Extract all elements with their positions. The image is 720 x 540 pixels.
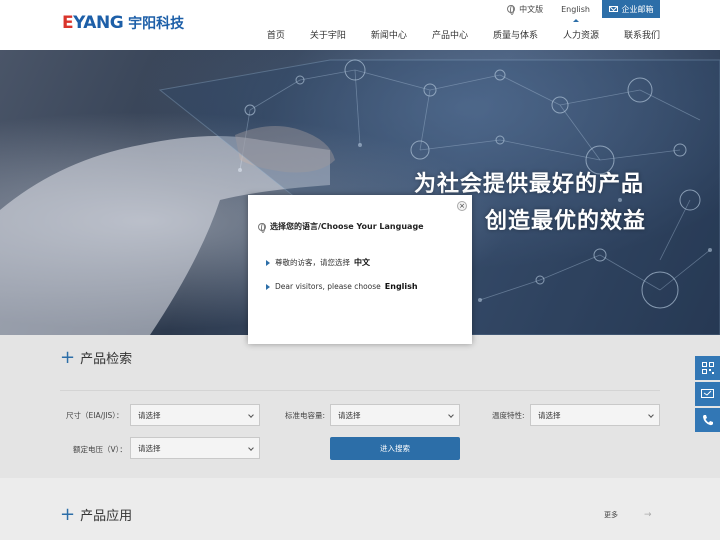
enterprise-mail-button[interactable]: 企业邮箱: [602, 0, 660, 18]
nav-products[interactable]: 产品中心: [432, 28, 468, 41]
language-dialog-title-text: 选择您的语言/Choose Your Language: [270, 222, 424, 231]
arrow-right-icon[interactable]: →: [644, 510, 652, 520]
temp-select-value: 请选择: [538, 410, 561, 420]
logo-text-en: EYANG: [62, 13, 124, 33]
close-icon[interactable]: ×: [457, 201, 467, 211]
lang-en-label: English: [561, 4, 590, 14]
plus-icon: +: [60, 346, 76, 368]
choose-chinese-link[interactable]: 中文: [354, 257, 370, 268]
nav-contact[interactable]: 联系我们: [624, 28, 660, 41]
nav-home[interactable]: 首页: [267, 28, 285, 41]
globe-icon: [258, 222, 266, 233]
product-application-title-text: 产品应用: [80, 509, 133, 524]
language-dialog: ×: [248, 195, 472, 344]
triangle-right-icon: [266, 283, 270, 290]
lang-cn-link[interactable]: 中文版: [507, 0, 543, 18]
message-button[interactable]: [695, 382, 720, 406]
mail-icon: [608, 6, 618, 12]
nav-hr[interactable]: 人力资源: [563, 28, 599, 41]
banner-slogan-line2: 创造最优的效益: [484, 209, 646, 234]
capacity-select[interactable]: 请选择: [330, 404, 460, 426]
mail-label: 企业邮箱: [621, 4, 654, 14]
qr-code-button[interactable]: [695, 356, 720, 380]
product-application-title: + 产品应用: [60, 505, 132, 524]
chat-icon: [701, 388, 714, 398]
nav-news[interactable]: 新闻中心: [371, 28, 407, 41]
qr-icon: [701, 362, 714, 374]
choose-chinese-row[interactable]: 尊敬的访客，请您选择 中文: [266, 257, 370, 268]
search-button[interactable]: 进入搜索: [330, 437, 460, 460]
phone-button[interactable]: [695, 408, 720, 432]
section-divider: [60, 390, 660, 391]
choose-english-text: Dear visitors, please choose: [275, 282, 381, 291]
lang-en-link[interactable]: English: [561, 0, 590, 22]
more-link[interactable]: 更多: [604, 510, 618, 520]
nav-about[interactable]: 关于宇阳: [310, 28, 346, 41]
temp-select[interactable]: 请选择: [530, 404, 660, 426]
temp-label: 温度特性:: [492, 411, 525, 420]
choose-english-row[interactable]: Dear visitors, please choose English: [266, 282, 418, 291]
product-search-title: + 产品检索: [60, 348, 132, 367]
capacity-label: 标准电容量:: [285, 411, 326, 420]
choose-english-link[interactable]: English: [385, 282, 418, 291]
product-search-title-text: 产品检索: [80, 352, 133, 367]
size-select-value: 请选择: [138, 410, 161, 420]
phone-icon: [702, 415, 713, 426]
voltage-label: 额定电压（V）：: [73, 445, 127, 454]
voltage-select-value: 请选择: [138, 443, 161, 453]
site-header: EYANG 宇阳科技 中文版 English 企业邮箱 首页 关于宇阳 新闻中心…: [0, 0, 720, 50]
language-dialog-title: 选择您的语言/Choose Your Language: [258, 221, 424, 233]
logo-text-cn: 宇阳科技: [128, 16, 185, 32]
capacity-select-value: 请选择: [338, 410, 361, 420]
size-select[interactable]: 请选择: [130, 404, 260, 426]
plus-icon: +: [60, 503, 76, 525]
voltage-select[interactable]: 请选择: [130, 437, 260, 459]
size-label: 尺寸（EIA/JIS）：: [66, 411, 124, 420]
globe-icon: [507, 5, 516, 15]
banner-slogan-line1: 为社会提供最好的产品: [413, 172, 644, 197]
logo[interactable]: EYANG 宇阳科技: [62, 12, 184, 34]
nav-quality[interactable]: 质量与体系: [493, 28, 538, 41]
choose-chinese-text: 尊敬的访客，请您选择: [275, 258, 350, 267]
main-nav: 首页 关于宇阳 新闻中心 产品中心 质量与体系 人力资源 联系我们: [267, 28, 660, 41]
language-bar: 中文版 English: [507, 0, 590, 22]
triangle-right-icon: [266, 259, 270, 266]
lang-cn-label: 中文版: [519, 4, 544, 14]
